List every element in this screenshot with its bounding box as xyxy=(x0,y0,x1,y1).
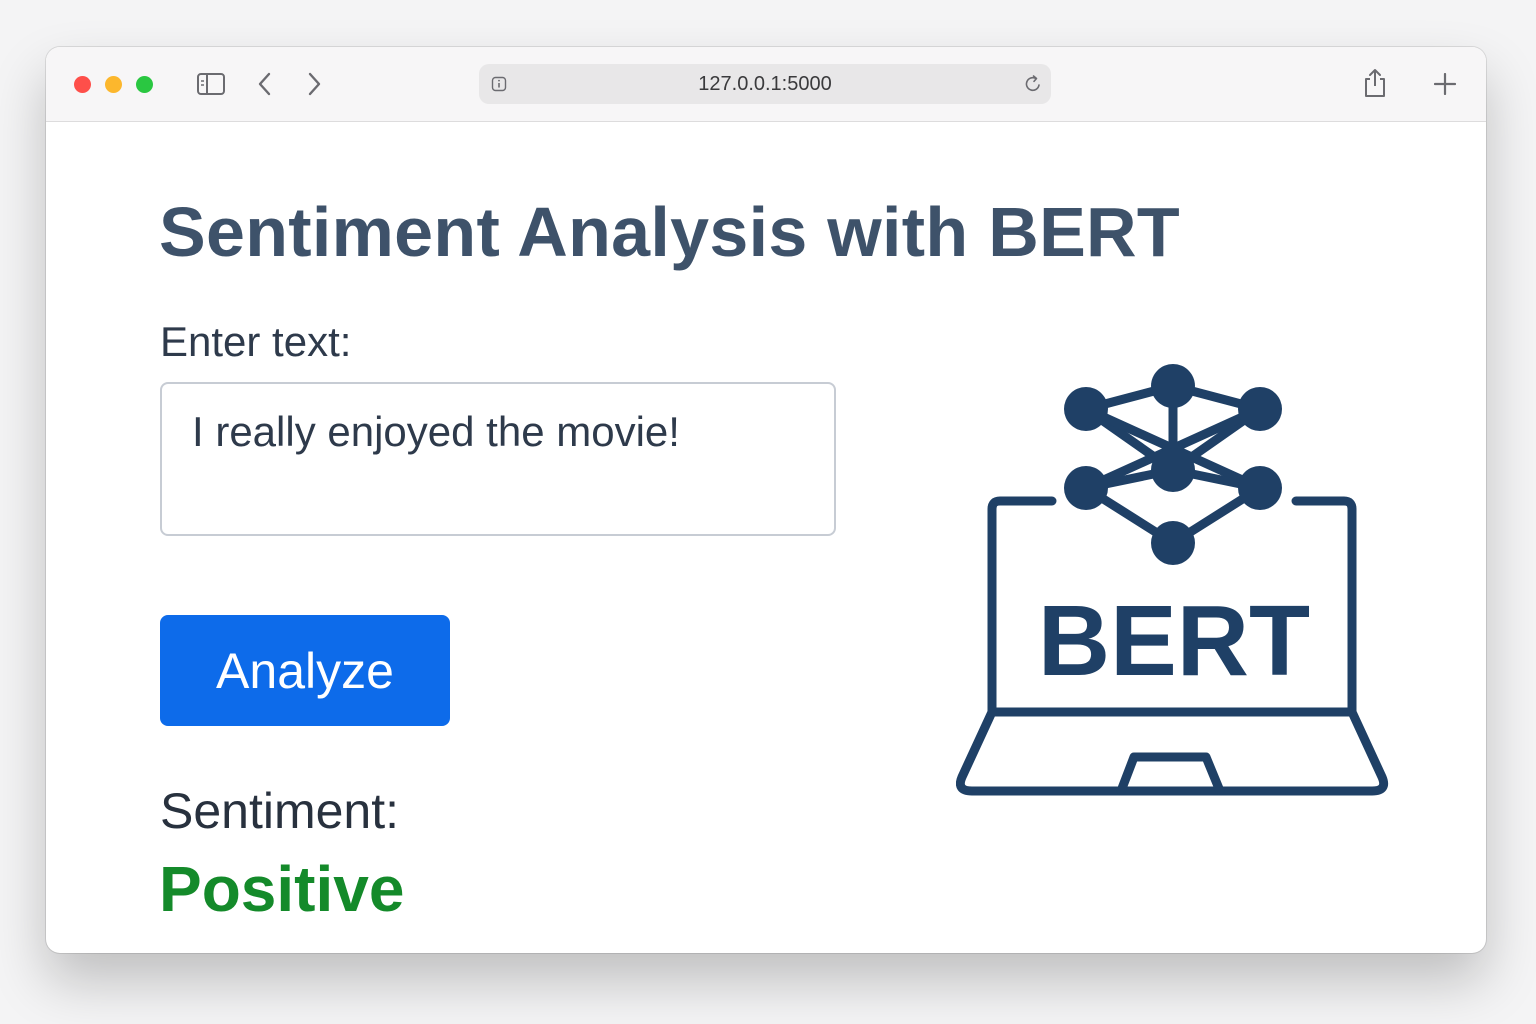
sentiment-result: Positive xyxy=(159,853,405,925)
analyze-button[interactable]: Analyze xyxy=(160,615,450,726)
zoom-window-button[interactable] xyxy=(136,76,153,93)
share-icon[interactable] xyxy=(1362,67,1388,99)
bert-laptop-network-icon: BERT xyxy=(956,364,1389,796)
new-tab-icon[interactable] xyxy=(1434,73,1456,95)
sidebar-icon[interactable] xyxy=(196,71,226,97)
page-content: Sentiment Analysis with BERT Enter text:… xyxy=(46,122,1486,953)
close-window-button[interactable] xyxy=(74,76,91,93)
browser-toolbar: 127.0.0.1:5000 xyxy=(46,47,1486,122)
bert-logo-text: BERT xyxy=(1038,585,1310,697)
back-icon[interactable] xyxy=(255,71,275,97)
browser-window: 127.0.0.1:5000 Sentiment Analysis with B… xyxy=(46,47,1486,953)
minimize-window-button[interactable] xyxy=(105,76,122,93)
page-title: Sentiment Analysis with BERT xyxy=(159,193,1180,271)
address-bar[interactable]: 127.0.0.1:5000 xyxy=(479,64,1051,104)
forward-icon[interactable] xyxy=(304,71,324,97)
reload-icon[interactable] xyxy=(1023,74,1043,94)
sentiment-label: Sentiment: xyxy=(160,783,400,839)
text-input-label: Enter text: xyxy=(160,318,352,365)
text-input[interactable]: I really enjoyed the movie! xyxy=(160,382,836,536)
address-bar-url: 127.0.0.1:5000 xyxy=(698,73,832,95)
